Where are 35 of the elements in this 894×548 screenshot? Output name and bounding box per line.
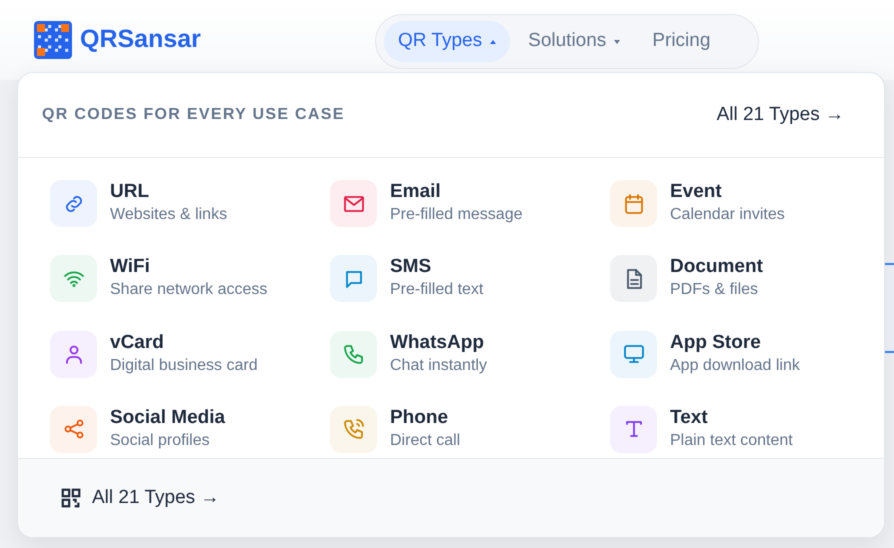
qr-type-title[interactable]: Text (670, 406, 793, 430)
qr-type-title[interactable]: URL (110, 180, 228, 204)
qr-code-icon (60, 487, 82, 509)
qr-type-title[interactable]: Phone (390, 406, 460, 430)
brand-name[interactable]: QRSansar (80, 21, 201, 59)
qr-type-description: Pre-filled message (390, 205, 522, 225)
caret-icon (490, 40, 496, 44)
qr-type-description: Websites & links (110, 205, 228, 225)
logo-icon (34, 21, 72, 59)
qr-type-description: App download link (670, 356, 800, 376)
qr-type-description: Pre-filled text (390, 280, 484, 300)
qr-type-description: Calendar invites (670, 205, 785, 225)
qr-type-description: Share network access (110, 280, 268, 300)
qr-type-title[interactable]: Document (670, 255, 763, 280)
qr-type-description: Plain text content (670, 430, 793, 451)
qr-type-title[interactable]: Event (670, 180, 785, 204)
qr-type-description: Social profiles (110, 430, 211, 451)
qr-type-title[interactable]: Social Media (110, 406, 226, 430)
dropdown-heading: QR CODES FOR EVERY USE CASE (42, 105, 345, 125)
nav-tab[interactable]: QR Types (384, 21, 510, 62)
nav-tab[interactable]: Solutions (514, 21, 634, 62)
qr-type-title[interactable]: SMS (390, 255, 484, 280)
all-types-link[interactable]: All 21 Types → (60, 484, 220, 512)
all-types-link[interactable]: All 21 Types → (716, 100, 844, 130)
qr-type-description: PDFs & files (670, 280, 760, 300)
qr-type-title[interactable]: App Store (670, 330, 800, 354)
nav-tab[interactable]: Pricing (638, 21, 724, 62)
qr-type-description: Chat instantly (390, 356, 487, 376)
qr-type-title[interactable]: WhatsApp (390, 330, 487, 354)
qr-type-description: Digital business card (110, 356, 258, 376)
qr-type-description: Direct call (390, 430, 460, 451)
qr-type-title[interactable]: vCard (110, 330, 258, 354)
qr-type-title[interactable]: WiFi (110, 255, 268, 280)
caret-icon (614, 40, 620, 44)
qr-type-title[interactable]: Email (390, 180, 522, 204)
